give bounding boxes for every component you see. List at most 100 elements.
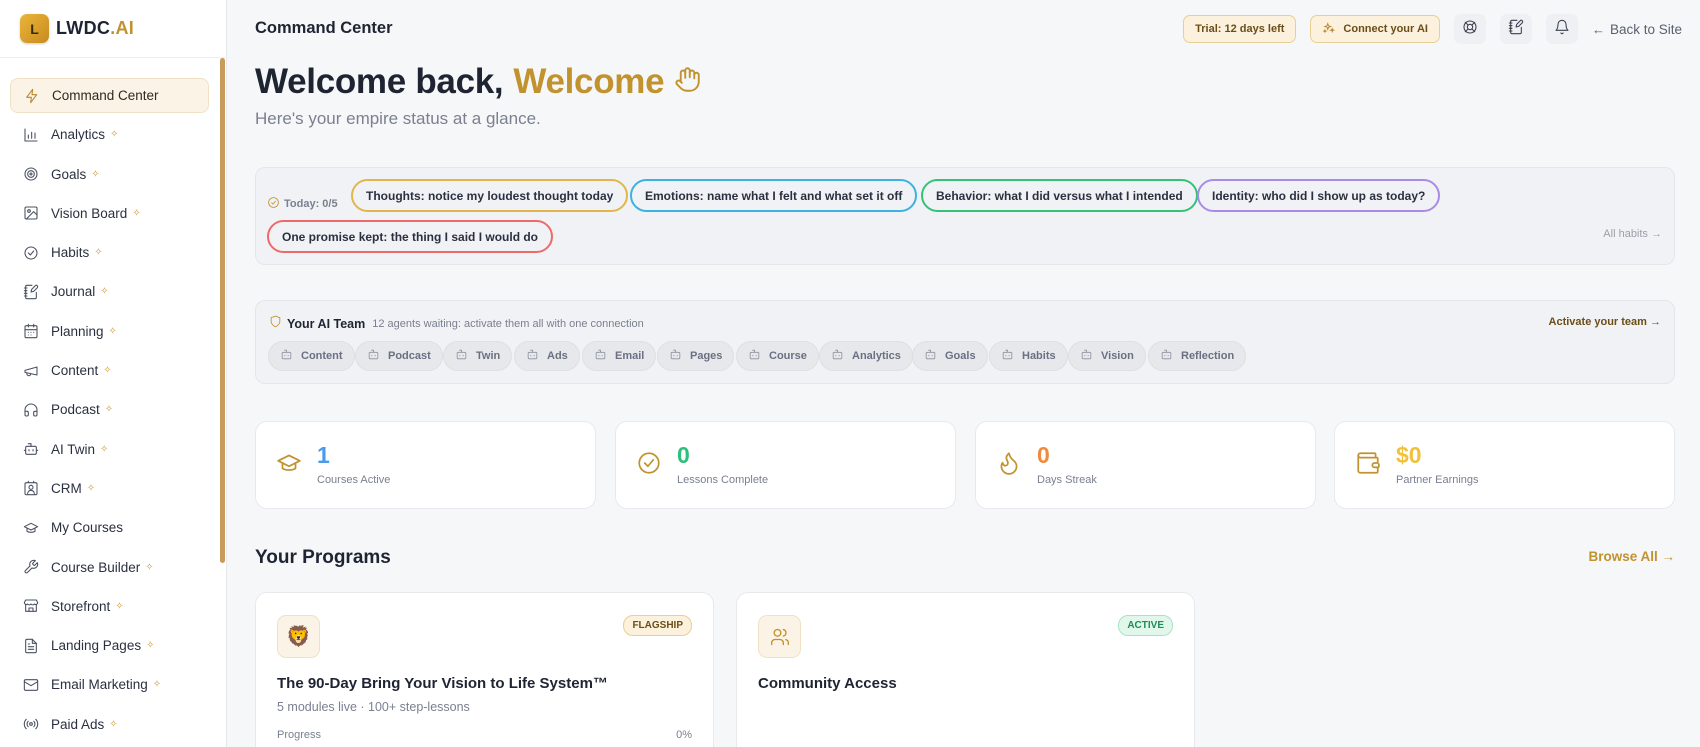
notebook-pen-icon [23, 284, 39, 300]
agent-chip-goals[interactable]: Goals [912, 341, 988, 371]
ai-team-card: Your AI Team 12 agents waiting: activate… [255, 300, 1675, 384]
agent-chip-habits[interactable]: Habits [989, 341, 1068, 371]
bot-icon [1160, 348, 1181, 364]
sidebar-item-label: Email Marketing [51, 677, 148, 693]
journal-button[interactable] [1499, 14, 1532, 44]
sidebar-item-goals[interactable]: Goals ✧ [10, 157, 209, 192]
file-text-icon [23, 638, 39, 654]
connect-ai-button[interactable]: Connect your AI [1310, 15, 1440, 43]
sidebar-item-content[interactable]: Content ✧ [10, 353, 209, 388]
sidebar-item-course-builder[interactable]: Course Builder ✧ [10, 550, 209, 585]
agent-chip-content[interactable]: Content [268, 341, 355, 371]
sidebar-item-habits[interactable]: Habits ✧ [10, 235, 209, 270]
radio-icon [23, 716, 39, 732]
sidebar-item-label: Landing Pages [51, 638, 142, 654]
agent-chip-ads[interactable]: Ads [514, 341, 580, 371]
calendar-icon [23, 323, 39, 339]
agent-chip-vision[interactable]: Vision [1068, 341, 1146, 371]
sidebar-scrollbar[interactable] [220, 58, 225, 563]
program-title: The 90-Day Bring Your Vision to Life Sys… [277, 675, 608, 692]
back-to-site-link[interactable]: ← Back to Site [1592, 22, 1682, 37]
bot-icon [594, 348, 615, 364]
sidebar-item-ai-twin[interactable]: AI Twin ✧ [10, 432, 209, 467]
stat-value: 1 [317, 442, 330, 468]
wallet-icon [1355, 450, 1381, 476]
sparkles-icon [1322, 21, 1343, 38]
agent-chip-analytics[interactable]: Analytics [819, 341, 913, 371]
hand-wave-icon [674, 62, 701, 102]
sparkle-icon: ✧ [132, 207, 141, 219]
bell-icon [1554, 19, 1570, 40]
notebook-pen-icon [1508, 19, 1524, 40]
sidebar-nav: Command Center Analytics ✧ Goals ✧ Vision Boa… [0, 58, 226, 742]
sidebar: L LWDC.AI Command Center Analytics ✧ Goals ✧… [0, 0, 227, 747]
sidebar-item-analytics[interactable]: Analytics ✧ [10, 117, 209, 152]
sidebar-item-vision-board[interactable]: Vision Board ✧ [10, 196, 209, 231]
sidebar-item-planning[interactable]: Planning ✧ [10, 314, 209, 349]
sparkle-icon: ✧ [100, 443, 109, 455]
agent-chip-email[interactable]: Email [582, 341, 657, 371]
program-badge: ACTIVE [1118, 615, 1173, 636]
program-card-flagship[interactable]: 🦁 FLAGSHIP The 90-Day Bring Your Vision … [255, 592, 714, 747]
sparkle-icon: ✧ [109, 718, 118, 730]
brand-name: LWDC.AI [56, 18, 135, 38]
agent-chip-pages[interactable]: Pages [657, 341, 735, 371]
sparkle-icon: ✧ [103, 365, 112, 377]
store-icon [23, 598, 39, 614]
sidebar-item-label: Course Builder [51, 559, 141, 575]
wrench-icon [23, 559, 39, 575]
sidebar-item-command-center[interactable]: Command Center [10, 78, 209, 113]
habit-pill[interactable]: One promise kept: the thing I said I wou… [267, 220, 554, 253]
brand[interactable]: L LWDC.AI [0, 0, 226, 58]
daily-habits-card: Today: 0/5 Thoughts: notice my loudest t… [255, 167, 1675, 265]
notifications-button[interactable] [1545, 14, 1578, 44]
sidebar-item-label: AI Twin [51, 441, 96, 457]
flame-icon [996, 450, 1022, 476]
agent-chip-reflection[interactable]: Reflection [1148, 341, 1247, 371]
sparkle-icon: ✧ [152, 679, 162, 691]
sidebar-item-crm[interactable]: CRM ✧ [10, 471, 209, 506]
sidebar-item-podcast[interactable]: Podcast ✧ [10, 392, 209, 427]
bot-icon [748, 348, 769, 364]
browse-all-link[interactable]: Browse All → [1588, 549, 1675, 564]
sidebar-item-label: CRM [51, 480, 82, 496]
all-habits-link[interactable]: All habits → [1603, 228, 1662, 240]
sparkle-icon: ✧ [104, 404, 114, 416]
sidebar-item-landing-pages[interactable]: Landing Pages ✧ [10, 628, 209, 663]
program-title: Community Access [758, 675, 897, 692]
trial-badge[interactable]: Trial: 12 days left [1183, 15, 1297, 43]
agent-chip-podcast[interactable]: Podcast [355, 341, 443, 371]
help-button[interactable] [1453, 14, 1486, 44]
welcome-subtitle: Here's your empire status at a glance. [255, 109, 541, 128]
sidebar-item-paid-ads[interactable]: Paid Ads ✧ [10, 707, 209, 742]
check-circle-icon [267, 196, 284, 212]
sidebar-item-label: Storefront [51, 598, 111, 614]
graduation-cap-icon [276, 450, 302, 476]
agent-chip-course[interactable]: Course [736, 341, 819, 371]
main-content: Welcome back, Welcome Here's your empire… [255, 56, 1675, 747]
bar-chart-icon [23, 127, 39, 143]
sidebar-item-storefront[interactable]: Storefront ✧ [10, 589, 209, 624]
image-icon [23, 205, 39, 221]
sparkle-icon: ✧ [86, 482, 96, 494]
sidebar-item-label: Planning [51, 323, 104, 339]
habit-pill[interactable]: Emotions: name what I felt and what set … [630, 179, 918, 212]
activate-team-link[interactable]: Activate your team → [1549, 316, 1661, 328]
sidebar-item-my-courses[interactable]: My Courses [10, 510, 209, 545]
habit-pill[interactable]: Identity: who did I show up as today? [1197, 179, 1441, 212]
sidebar-item-journal[interactable]: Journal ✧ [10, 274, 209, 309]
agent-chip-twin[interactable]: Twin [443, 341, 513, 371]
sparkle-icon: ✧ [146, 640, 155, 652]
sidebar-item-label: Paid Ads [51, 716, 105, 732]
habit-pill[interactable]: Thoughts: notice my loudest thought toda… [351, 179, 629, 212]
sidebar-item-email-marketing[interactable]: Email Marketing ✧ [10, 667, 209, 702]
stat-card-lessons: 0 Lessons Complete [615, 421, 956, 509]
program-card-community[interactable]: ACTIVE Community Access [736, 592, 1195, 747]
sidebar-item-label: My Courses [51, 520, 124, 536]
sparkle-icon: ✧ [145, 561, 154, 573]
bot-icon [367, 348, 388, 364]
sidebar-item-label: Content [51, 363, 99, 379]
lion-icon: 🦁 [277, 615, 320, 658]
habit-pill[interactable]: Behavior: what I did versus what I inten… [921, 179, 1198, 212]
target-icon [23, 166, 39, 182]
